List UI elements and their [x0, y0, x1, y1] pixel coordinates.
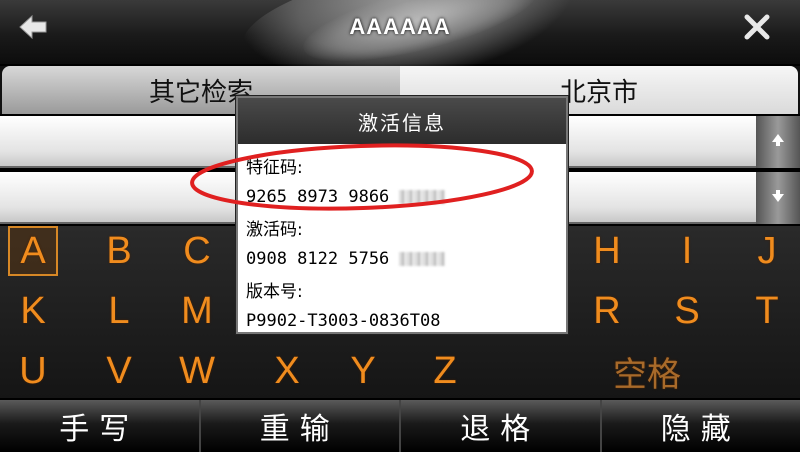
key-m[interactable]: M: [172, 286, 222, 336]
scroll-up-icon: [770, 132, 786, 152]
reinput-button[interactable]: 重输: [201, 400, 401, 452]
feature-code-row: 9265 8973 9866: [246, 181, 558, 212]
key-y[interactable]: Y: [338, 346, 388, 396]
activation-code-label: 激活码:: [246, 220, 303, 240]
activation-dialog: 激活信息 特征码: 9265 8973 9866 激活码: 0908 8122 …: [236, 96, 568, 334]
key-s[interactable]: S: [662, 286, 712, 336]
dialog-title: 激活信息: [238, 98, 566, 144]
activation-code-value: 0908 8122 5756: [246, 248, 390, 269]
key-k[interactable]: K: [8, 286, 58, 336]
handwrite-button[interactable]: 手写: [0, 400, 201, 452]
key-u[interactable]: U: [8, 346, 58, 396]
key-l[interactable]: L: [94, 286, 144, 336]
key-space[interactable]: 空格: [602, 346, 692, 396]
title-bar: AAAAAA: [0, 0, 800, 104]
key-r[interactable]: R: [582, 286, 632, 336]
scroll-up-button[interactable]: [756, 116, 800, 168]
key-h[interactable]: H: [582, 226, 632, 276]
key-c[interactable]: C: [172, 226, 222, 276]
key-t[interactable]: T: [742, 286, 792, 336]
page-title: AAAAAA: [349, 14, 451, 39]
key-v[interactable]: V: [94, 346, 144, 396]
scroll-down-button[interactable]: [756, 172, 800, 224]
close-button[interactable]: [742, 12, 786, 56]
scroll-down-icon: [770, 188, 786, 208]
bottom-toolbar: 手写 重输 退格 隐藏: [0, 400, 800, 452]
version-value: P9902-T3003-0836T08: [246, 310, 441, 331]
hide-button[interactable]: 隐藏: [602, 400, 800, 452]
key-x[interactable]: X: [262, 346, 312, 396]
version-label: 版本号:: [246, 282, 303, 302]
close-icon: [742, 14, 772, 46]
feature-code-value: 9265 8973 9866: [246, 186, 390, 207]
key-z[interactable]: Z: [420, 346, 470, 396]
activation-code-row: 0908 8122 5756: [246, 243, 558, 274]
redacted-block: [399, 189, 446, 204]
backspace-button[interactable]: 退格: [401, 400, 602, 452]
key-i[interactable]: I: [662, 226, 712, 276]
dialog-body: 特征码: 9265 8973 9866 激活码: 0908 8122 5756 …: [238, 144, 566, 342]
key-j[interactable]: J: [742, 226, 792, 276]
key-b[interactable]: B: [94, 226, 144, 276]
feature-code-label: 特征码:: [246, 158, 303, 178]
key-w[interactable]: W: [172, 346, 222, 396]
key-a[interactable]: A: [8, 226, 58, 276]
redacted-block: [399, 251, 446, 266]
